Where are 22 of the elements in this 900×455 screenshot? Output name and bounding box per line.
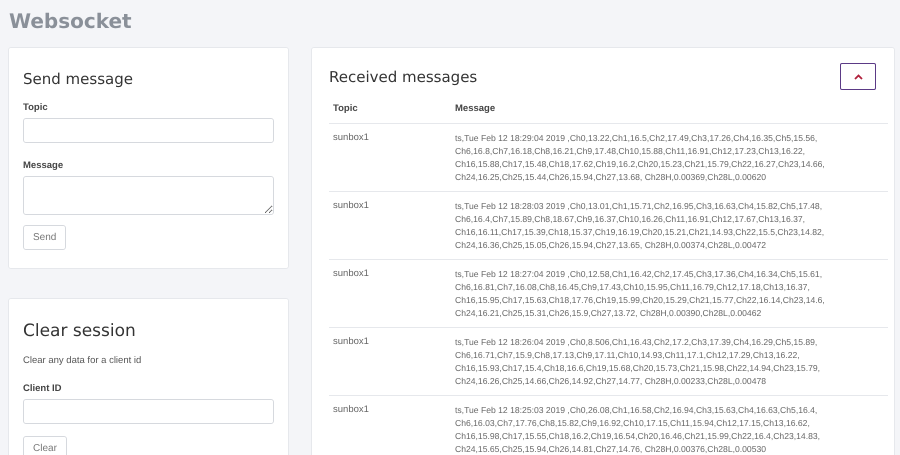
panel-title: Received messages <box>329 68 478 86</box>
card-title: Send message <box>23 70 134 88</box>
field-label: Topic <box>23 102 49 113</box>
message-cell: ts,Tue Feb 12 18:27:04 2019 ,Ch0,12.58,Ch1,16.42,Ch2,17.45,Ch3,17.36,Ch4,16.34,Ch5,15.61, Ch6,16.81,Ch7,16.08,Ch8,16.45,Ch9,17.43,Ch10,15.95,Ch11,16.79,Ch12,17.18,Ch13,16.37, Ch16,15.95,Ch17,15.63,Ch18,17.76,Ch19,15.99,Ch20,15.29,Ch21,15.77,Ch22,16.14,Ch23,14.6, Ch24,16.21,Ch25,15.31,Ch26,15.9,Ch27,13.72, Ch28H,0.00390,Ch28L,0.00462 <box>451 260 888 328</box>
message-cell: ts,Tue Feb 12 18:25:03 2019 ,Ch0,26.08,Ch1,16.58,Ch2,16.94,Ch3,15.63,Ch4,16.63,Ch5,16.4, Ch6,16.03,Ch7,17.76,Ch8,15.82,Ch9,16.92,Ch10,17.15,Ch11,15.94,Ch12,17.15,Ch13,16.62, Ch16,15.98,Ch17,15.55,Ch18,16.2,Ch19,16.54,Ch20,16.46,Ch21,15.99,Ch22,16.4,Ch23,14.83, Ch24,15.65,Ch25,15.94,Ch26,14.81,Ch27,14.76, Ch28H,0.00376,Ch28L,0.00530 <box>451 396 888 455</box>
message-cell: ts,Tue Feb 12 18:29:04 2019 ,Ch0,13.22,Ch1,16.5,Ch2,17.49,Ch3,17.26,Ch4,16.35,Ch5,15.56, Ch6,16.8,Ch7,16.18,Ch8,16.21,Ch9,17.48,Ch10,15.88,Ch11,16.91,Ch12,17.23,Ch13,16.22, Ch16,15.88,Ch17,15.48,Ch18,17.62,Ch19,16.2,Ch20,15.23,Ch21,15.79,Ch22,16.27,Ch23,14.66, Ch24,16.25,Ch25,15.44,Ch26,15.94,Ch27,13.68, Ch28H,0.00369,Ch28L,0.00620 <box>451 124 888 192</box>
card-title: Clear session <box>23 321 137 341</box>
chevron-up-icon <box>854 74 862 80</box>
submit-button[interactable]: Send <box>23 225 66 250</box>
text-field[interactable] <box>23 118 274 143</box>
topic-cell: sunbox1 <box>329 124 451 192</box>
column-header: Message <box>451 96 888 124</box>
page-title: Websocket <box>9 8 133 35</box>
column-header: Topic <box>329 96 451 124</box>
text-field[interactable] <box>23 399 274 424</box>
submit-button[interactable]: Clear <box>23 436 67 455</box>
topic-cell: sunbox1 <box>329 260 451 328</box>
description-text: Clear any data for a client id <box>23 355 142 366</box>
message-field[interactable] <box>23 176 274 215</box>
field-label: Client ID <box>23 383 63 394</box>
field-label: Message <box>23 160 64 171</box>
collapse-button[interactable] <box>840 63 876 90</box>
